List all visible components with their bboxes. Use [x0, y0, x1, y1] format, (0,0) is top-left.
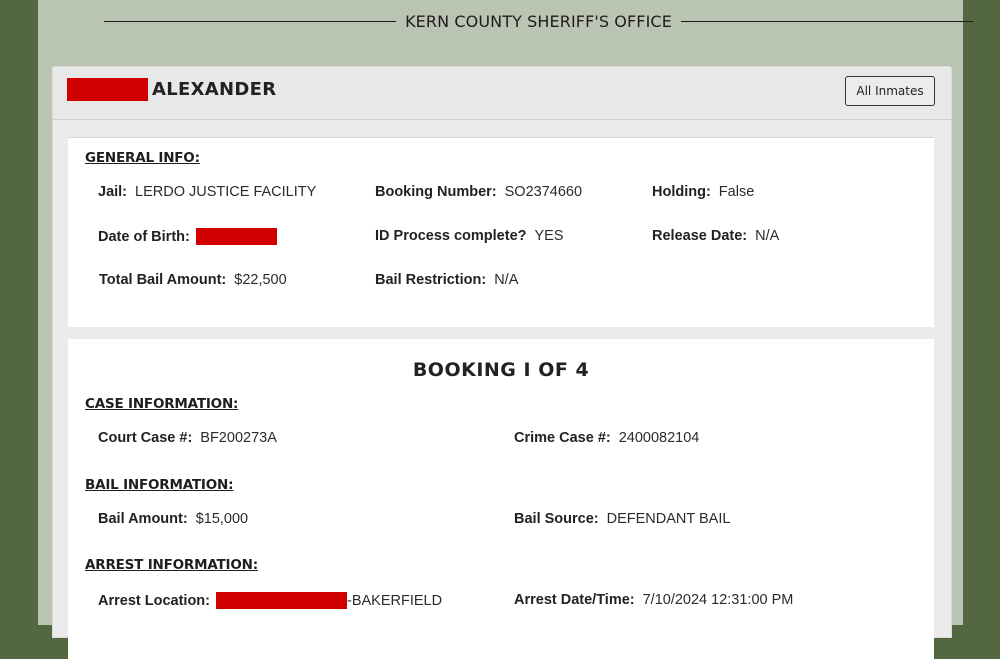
field-value: 2400082104 — [618, 430, 700, 446]
field-label: Jail: — [98, 184, 128, 200]
redacted-first-name — [67, 78, 148, 101]
field-label: Court Case #: — [98, 430, 193, 446]
field-value: False — [718, 184, 755, 200]
field-value: LERDO JUSTICE FACILITY — [135, 184, 317, 200]
field-value: $15,000 — [195, 511, 249, 527]
field-label: Bail Amount: — [98, 511, 188, 527]
field-label: Release Date: — [652, 228, 748, 244]
inmate-last-name: ALEXANDER — [152, 79, 277, 100]
field-date-of-birth: Date of Birth: — [98, 228, 277, 245]
field-value: N/A — [755, 228, 780, 244]
field-label: Arrest Location: — [98, 592, 210, 609]
booking-title: BOOKING I OF 4 — [412, 359, 590, 381]
booking-panel: BOOKING I OF 4 CASE INFORMATION: Court C… — [68, 339, 934, 659]
field-value: -BAKERFIELD — [347, 592, 443, 609]
field-value: DEFENDANT BAIL — [606, 511, 731, 527]
field-arrest-location: Arrest Location: -BAKERFIELD — [98, 592, 442, 609]
field-release-date: Release Date: N/A — [652, 228, 779, 244]
bail-info-heading: BAIL INFORMATION: — [85, 477, 234, 493]
field-label: ID Process complete? — [375, 228, 527, 244]
site-title: KERN COUNTY SHERIFF'S OFFICE — [405, 11, 672, 31]
all-inmates-button[interactable]: All Inmates — [845, 76, 935, 106]
field-value: $22,500 — [234, 272, 287, 288]
field-arrest-datetime: Arrest Date/Time: 7/10/2024 12:31:00 PM — [514, 592, 793, 608]
field-value: N/A — [494, 272, 519, 288]
field-court-case: Court Case #: BF200273A — [98, 430, 277, 446]
field-label: Bail Restriction: — [375, 272, 487, 288]
field-label: Booking Number: — [375, 184, 497, 200]
inmate-card: ALEXANDER All Inmates GENERAL INFO: Jail… — [52, 66, 952, 659]
field-jail: Jail: LERDO JUSTICE FACILITY — [98, 184, 316, 200]
field-label: Total Bail Amount: — [99, 272, 227, 288]
redacted-date-of-birth — [195, 228, 277, 245]
field-value: BF200273A — [200, 430, 277, 446]
redacted-arrest-location — [216, 592, 347, 609]
field-bail-source: Bail Source: DEFENDANT BAIL — [514, 511, 730, 527]
field-label: Bail Source: — [514, 511, 599, 527]
arrest-info-heading: ARREST INFORMATION: — [85, 557, 258, 573]
field-value: YES — [534, 228, 564, 244]
field-label: Date of Birth: — [98, 228, 190, 245]
field-bail-restriction: Bail Restriction: N/A — [375, 272, 518, 288]
general-info-heading: GENERAL INFO: — [85, 150, 200, 166]
header-rule-right — [680, 20, 973, 22]
site-header: KERN COUNTY SHERIFF'S OFFICE — [104, 9, 973, 33]
field-value: 7/10/2024 12:31:00 PM — [642, 592, 794, 608]
field-bail-amount: Bail Amount: $15,000 — [98, 511, 248, 527]
field-label: Arrest Date/Time: — [514, 592, 635, 608]
field-label: Crime Case #: — [514, 430, 611, 446]
field-id-process: ID Process complete? YES — [375, 228, 564, 244]
field-booking-number: Booking Number: SO2374660 — [375, 184, 582, 200]
field-holding: Holding: False — [652, 184, 754, 200]
header-rule-left — [104, 20, 397, 22]
field-total-bail: Total Bail Amount: $22,500 — [99, 272, 287, 288]
case-info-heading: CASE INFORMATION: — [85, 396, 239, 412]
field-crime-case: Crime Case #: 2400082104 — [514, 430, 699, 446]
general-info-panel: GENERAL INFO: Jail: LERDO JUSTICE FACILI… — [68, 137, 934, 327]
inmate-name: ALEXANDER — [67, 78, 276, 101]
field-label: Holding: — [652, 184, 711, 200]
inmate-card-header: ALEXANDER All Inmates — [53, 67, 951, 120]
field-value: SO2374660 — [504, 184, 583, 200]
